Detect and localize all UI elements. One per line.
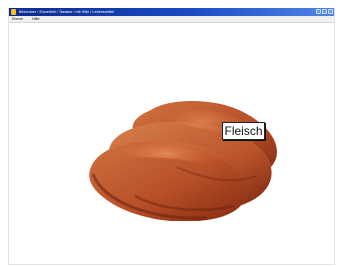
minimize-icon[interactable] (316, 9, 321, 14)
menu-hilfe[interactable]: Hilfe (32, 16, 40, 23)
content-area: Fleisch (9, 23, 334, 264)
app-icon (11, 9, 16, 15)
word-label: Fleisch (222, 122, 265, 140)
menu-bar: Ebene Hilfe (9, 16, 334, 23)
maximize-icon[interactable] (322, 9, 327, 14)
menu-ebene[interactable]: Ebene (12, 16, 23, 23)
window-controls (316, 9, 333, 15)
meat-image (89, 101, 277, 221)
close-icon[interactable] (328, 9, 333, 14)
titlebar[interactable]: Bildordner / Einzelbild / Tastatur / mit… (9, 8, 334, 16)
app-window: Bildordner / Einzelbild / Tastatur / mit… (8, 8, 335, 265)
